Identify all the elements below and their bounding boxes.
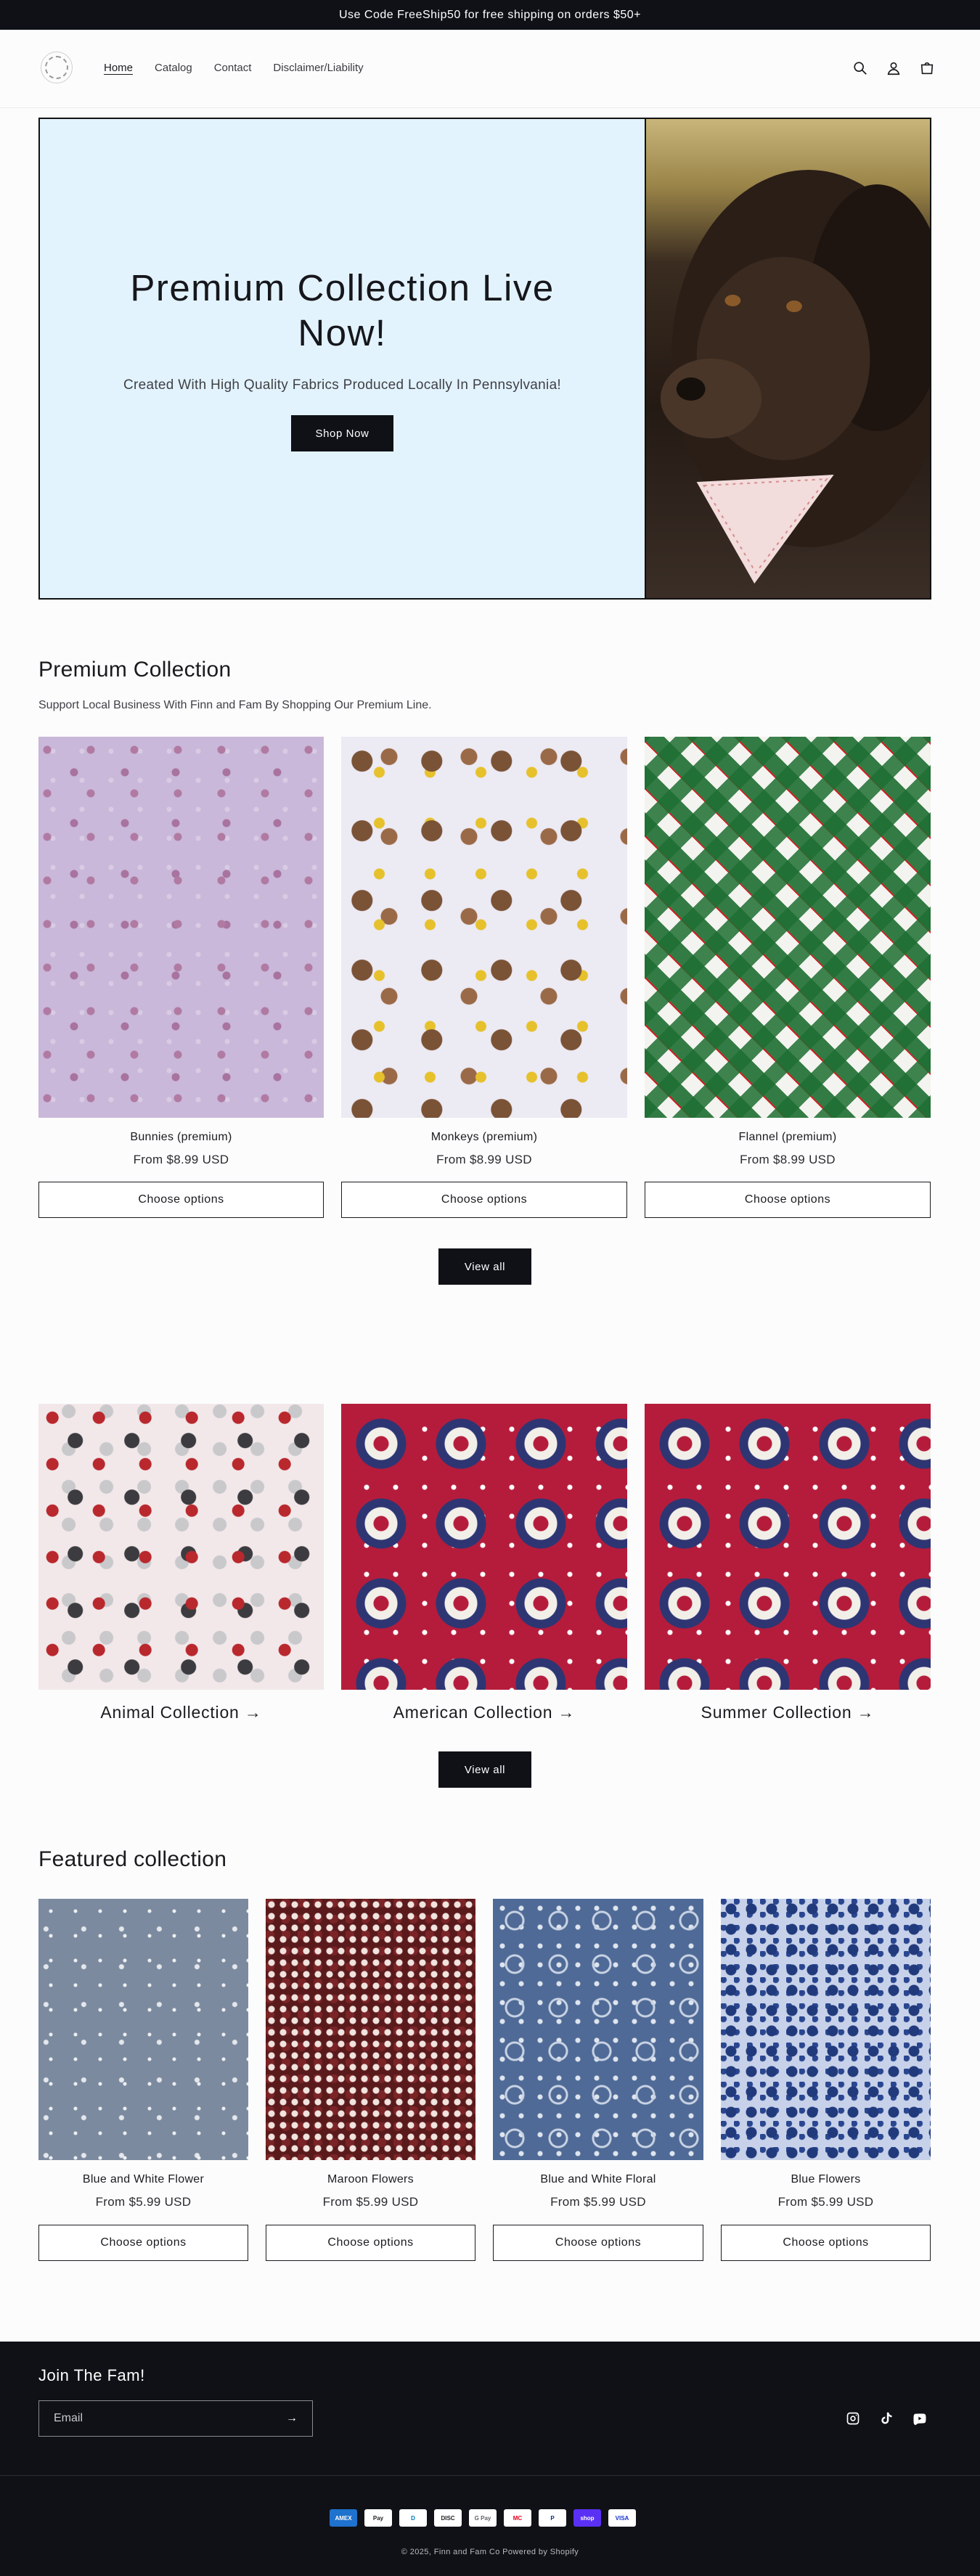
choose-options-button[interactable]: Choose options (38, 2225, 248, 2261)
google-pay-icon: G Pay (469, 2509, 497, 2527)
newsletter-form: → (38, 2400, 313, 2437)
product-image-monkeys[interactable] (341, 737, 627, 1118)
amex-icon: AMEX (330, 2509, 357, 2527)
product-image-blue-flowers[interactable] (721, 1899, 931, 2160)
copyright: © 2025, Finn and Fam Co Powered by Shopi… (401, 2548, 579, 2556)
account-icon[interactable] (886, 60, 902, 76)
collections-view-all-button[interactable]: View all (438, 1751, 531, 1788)
footer-divider (0, 2475, 980, 2476)
collection-title-animal[interactable]: Animal Collection → (38, 1703, 324, 1722)
instagram-icon[interactable] (846, 2411, 860, 2426)
product-price: From $5.99 USD (777, 2195, 874, 2209)
collection-image-american[interactable] (341, 1404, 627, 1690)
logo[interactable] (41, 52, 73, 83)
product-name[interactable]: Blue and White Floral (493, 2173, 703, 2186)
shop-now-button[interactable]: Shop Now (291, 415, 393, 452)
collection-image-summer[interactable] (645, 1404, 931, 1690)
nav-home[interactable]: Home (104, 62, 133, 74)
product-price: From $8.99 USD (740, 1153, 836, 1166)
site-footer: Join The Fam! → AMEX Pay D DISC G Pay MC… (0, 2342, 980, 2576)
product-price: From $5.99 USD (95, 2195, 192, 2209)
product-image-flannel[interactable] (645, 737, 931, 1118)
email-input[interactable] (54, 2412, 257, 2425)
product-name[interactable]: Bunnies (premium) (38, 1131, 324, 1144)
choose-options-button[interactable]: Choose options (38, 1182, 324, 1218)
tiktok-icon[interactable] (879, 2411, 894, 2426)
discover-icon: DISC (434, 2509, 462, 2527)
hero-title: Premium Collection Live Now! (130, 266, 555, 353)
choose-options-button[interactable]: Choose options (721, 2225, 931, 2261)
product-name[interactable]: Flannel (premium) (645, 1131, 931, 1144)
collection-image-animal[interactable] (38, 1404, 324, 1690)
product-image-blue-white-floral[interactable] (493, 1899, 703, 2160)
product-price: From $5.99 USD (550, 2195, 646, 2209)
choose-options-button[interactable]: Choose options (645, 1182, 931, 1218)
social-links (846, 2411, 927, 2426)
choose-options-button[interactable]: Choose options (266, 2225, 475, 2261)
main-nav: Home Catalog Contact Disclaimer/Liabilit… (104, 62, 364, 74)
collection-title-american[interactable]: American Collection → (341, 1703, 627, 1722)
cart-icon[interactable] (919, 60, 935, 76)
product-price: From $8.99 USD (436, 1153, 532, 1166)
nav-contact[interactable]: Contact (214, 62, 252, 74)
choose-options-button[interactable]: Choose options (493, 2225, 703, 2261)
submit-arrow-icon[interactable]: → (286, 2412, 298, 2425)
site-header: Home Catalog Contact Disclaimer/Liabilit… (0, 30, 980, 108)
youtube-icon[interactable] (912, 2411, 927, 2426)
announcement-text: Use Code FreeShip50 for free shipping on… (338, 8, 641, 21)
header-icons (852, 60, 935, 76)
product-image-blue-white-flower[interactable] (38, 1899, 248, 2160)
product-name[interactable]: Maroon Flowers (266, 2173, 475, 2186)
nav-disclaimer[interactable]: Disclaimer/Liability (273, 62, 363, 74)
choose-options-button[interactable]: Choose options (341, 1182, 627, 1218)
product-name[interactable]: Blue Flowers (721, 2173, 931, 2186)
featured-section-title: Featured collection (38, 1847, 227, 1871)
nav-catalog[interactable]: Catalog (155, 62, 192, 74)
newsletter-heading: Join The Fam! (38, 2366, 145, 2384)
apple-pay-icon: Pay (364, 2509, 392, 2527)
visa-icon: VISA (608, 2509, 636, 2527)
product-name[interactable]: Monkeys (premium) (341, 1131, 627, 1144)
diners-icon: D (399, 2509, 427, 2527)
product-image-bunnies[interactable] (38, 737, 324, 1118)
product-price: From $5.99 USD (322, 2195, 419, 2209)
hero-subtitle: Created With High Quality Fabrics Produc… (123, 377, 562, 393)
premium-section-title: Premium Collection (38, 658, 232, 682)
paypal-icon: P (539, 2509, 566, 2527)
shop-pay-icon: shop (573, 2509, 601, 2527)
hero-banner: Premium Collection Live Now! Created Wit… (38, 118, 931, 600)
payment-icons: AMEX Pay D DISC G Pay MC P shop VISA (330, 2509, 636, 2527)
hero-dog-image (646, 119, 930, 598)
product-price: From $8.99 USD (133, 1153, 229, 1166)
mastercard-icon: MC (504, 2509, 531, 2527)
search-icon[interactable] (852, 60, 868, 76)
premium-view-all-button[interactable]: View all (438, 1248, 531, 1285)
announcement-bar: Use Code FreeShip50 for free shipping on… (0, 0, 980, 30)
product-image-maroon-flowers[interactable] (266, 1899, 475, 2160)
premium-section-description: Support Local Business With Finn and Fam… (38, 699, 432, 711)
product-name[interactable]: Blue and White Flower (38, 2173, 248, 2186)
collection-title-summer[interactable]: Summer Collection → (645, 1703, 931, 1722)
hero-content: Premium Collection Live Now! Created Wit… (40, 119, 646, 598)
